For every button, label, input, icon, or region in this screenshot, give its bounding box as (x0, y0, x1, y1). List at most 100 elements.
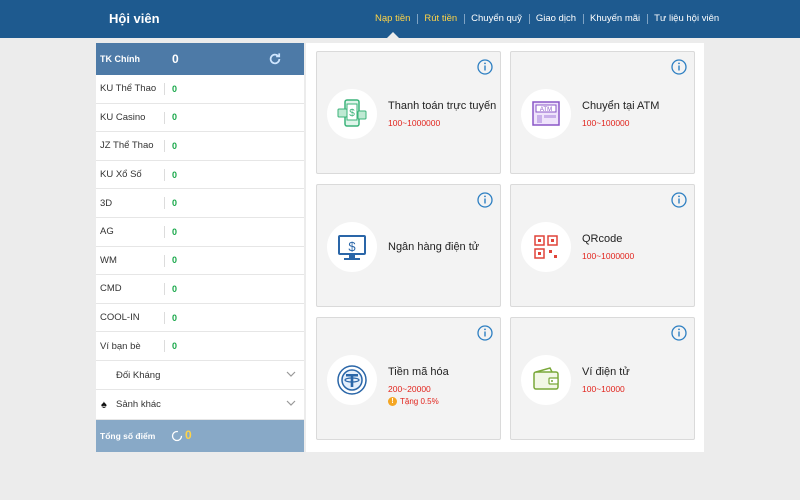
atm-icon: ATM (521, 89, 571, 139)
nav-deposit[interactable]: Nạp tiền (368, 13, 417, 25)
online-payment-icon: $ (327, 89, 377, 139)
account-label: KU Thể Thao (100, 83, 157, 95)
chevron-down-icon (286, 371, 296, 377)
method-title: Tiền mã hóa (388, 366, 449, 378)
account-row[interactable]: KU Casino 0 (96, 104, 304, 133)
method-card-ewallet[interactable]: Ví điện tử 100~10000 (510, 317, 695, 440)
svg-text:$: $ (349, 108, 355, 119)
account-row[interactable]: COOL-IN 0 (96, 304, 304, 333)
account-row[interactable]: Ví bạn bè 0 (96, 332, 304, 361)
divider (164, 168, 165, 181)
nav-member-info[interactable]: Tư liệu hội viên (647, 13, 726, 25)
divider (164, 83, 165, 95)
account-label: Ví bạn bè (100, 340, 141, 352)
expand-label: Đối Kháng (116, 369, 161, 381)
account-balance: 0 (172, 283, 178, 294)
method-card-qrcode[interactable]: QRcode 100~1000000 (510, 184, 695, 307)
account-row[interactable]: KU Thể Thao 0 (96, 75, 304, 104)
total-value: 0 (185, 428, 192, 442)
expand-label: Sảnh khác (116, 399, 161, 411)
divider (164, 311, 165, 324)
account-label: JZ Thể Thao (100, 140, 154, 152)
account-label: CMD (100, 283, 122, 295)
bonus-text: Tặng 0.5% (400, 397, 439, 406)
nav-transactions[interactable]: Giao dịch (528, 13, 583, 25)
ewallet-icon (521, 355, 571, 405)
method-range: 200~20000 (388, 384, 431, 394)
account-balance: 0 (172, 169, 178, 180)
svg-text:$: $ (348, 239, 356, 254)
account-balance: 0 (172, 83, 178, 94)
active-tab-caret (387, 32, 399, 38)
account-balance: 0 (172, 140, 178, 151)
method-card-ebank[interactable]: $ Ngân hàng điện tử (316, 184, 501, 307)
account-row[interactable]: KU Xổ Số 0 (96, 161, 304, 190)
info-icon[interactable] (671, 325, 687, 341)
nav-promotions[interactable]: Khuyến mãi (582, 13, 647, 25)
main-account-row: TK Chính 0 (96, 43, 304, 75)
main-nav: Nạp tiền Rút tiền Chuyển quỹ Giao dịch K… (368, 0, 726, 38)
method-range: 100~1000000 (582, 251, 635, 261)
method-title: Thanh toán trực tuyến (388, 100, 497, 112)
wallet-sidebar: TK Chính 0 KU Thể Thao 0 KU Casino 0 JZ Th… (96, 43, 304, 452)
nav-transfer[interactable]: Chuyển quỹ (464, 13, 529, 25)
total-label: Tổng số điểm (100, 431, 156, 441)
method-card-crypto[interactable]: Tiền mã hóa 200~20000 ! Tặng 0.5% (316, 317, 501, 440)
account-label: WM (100, 254, 117, 266)
ebank-icon: $ (327, 222, 377, 272)
account-row[interactable]: WM 0 (96, 247, 304, 276)
top-header: Hội viên Nạp tiền Rút tiền Chuyển quỹ Gi… (0, 0, 800, 38)
divider (164, 140, 165, 153)
loading-spinner-icon (171, 430, 183, 442)
account-balance: 0 (172, 226, 178, 237)
account-label: COOL-IN (100, 312, 140, 324)
info-icon[interactable] (477, 59, 493, 75)
info-icon[interactable] (477, 192, 493, 208)
method-title: Ví điện tử (582, 366, 630, 378)
info-icon[interactable] (671, 192, 687, 208)
account-label: AG (100, 226, 114, 238)
qrcode-icon (521, 222, 571, 272)
method-range: 100~1000000 (388, 118, 441, 128)
method-title: Chuyển tại ATM (582, 100, 660, 112)
divider (164, 254, 165, 267)
divider (164, 225, 165, 238)
account-balance: 0 (172, 255, 178, 266)
method-range: 100~100000 (582, 118, 630, 128)
method-card-atm[interactable]: ATM Chuyển tại ATM 100~100000 (510, 51, 695, 174)
method-title: QRcode (582, 233, 623, 245)
method-title: Ngân hàng điện tử (388, 241, 480, 253)
account-label: KU Xổ Số (100, 169, 142, 181)
account-balance: 0 (172, 112, 178, 123)
account-row[interactable]: 3D 0 (96, 189, 304, 218)
deposit-methods-panel: $ Thanh toán trực tuyến 100~1000000 ATM … (306, 43, 704, 452)
bonus-icon: ! (388, 397, 397, 406)
account-row[interactable]: CMD 0 (96, 275, 304, 304)
divider (164, 197, 165, 210)
total-points-bar: Tổng số điểm 0 (96, 420, 304, 452)
divider (164, 111, 165, 124)
divider (164, 340, 165, 353)
main-account-label: TK Chính (100, 54, 140, 64)
method-range: 100~10000 (582, 384, 625, 394)
account-row[interactable]: JZ Thể Thao 0 (96, 132, 304, 161)
refresh-icon[interactable] (268, 52, 282, 66)
account-row[interactable]: AG 0 (96, 218, 304, 247)
info-icon[interactable] (477, 325, 493, 341)
page-title: Hội viên (109, 11, 160, 26)
account-balance: 0 (172, 198, 178, 209)
crypto-icon (327, 355, 377, 405)
account-label: 3D (100, 197, 113, 209)
spade-icon: ♠ (101, 398, 107, 411)
svg-text:ATM: ATM (540, 107, 552, 113)
info-icon[interactable] (671, 59, 687, 75)
method-card-online[interactable]: $ Thanh toán trực tuyến 100~1000000 (316, 51, 501, 174)
account-label: KU Casino (100, 111, 146, 123)
account-balance: 0 (172, 341, 178, 352)
chevron-down-icon (286, 401, 296, 407)
account-balance: 0 (172, 312, 178, 323)
expand-other-halls[interactable]: ♠ Sảnh khác (96, 390, 304, 420)
nav-withdraw[interactable]: Rút tiền (417, 13, 464, 25)
expand-versus[interactable]: Đối Kháng (96, 361, 304, 391)
main-account-balance: 0 (172, 52, 179, 66)
